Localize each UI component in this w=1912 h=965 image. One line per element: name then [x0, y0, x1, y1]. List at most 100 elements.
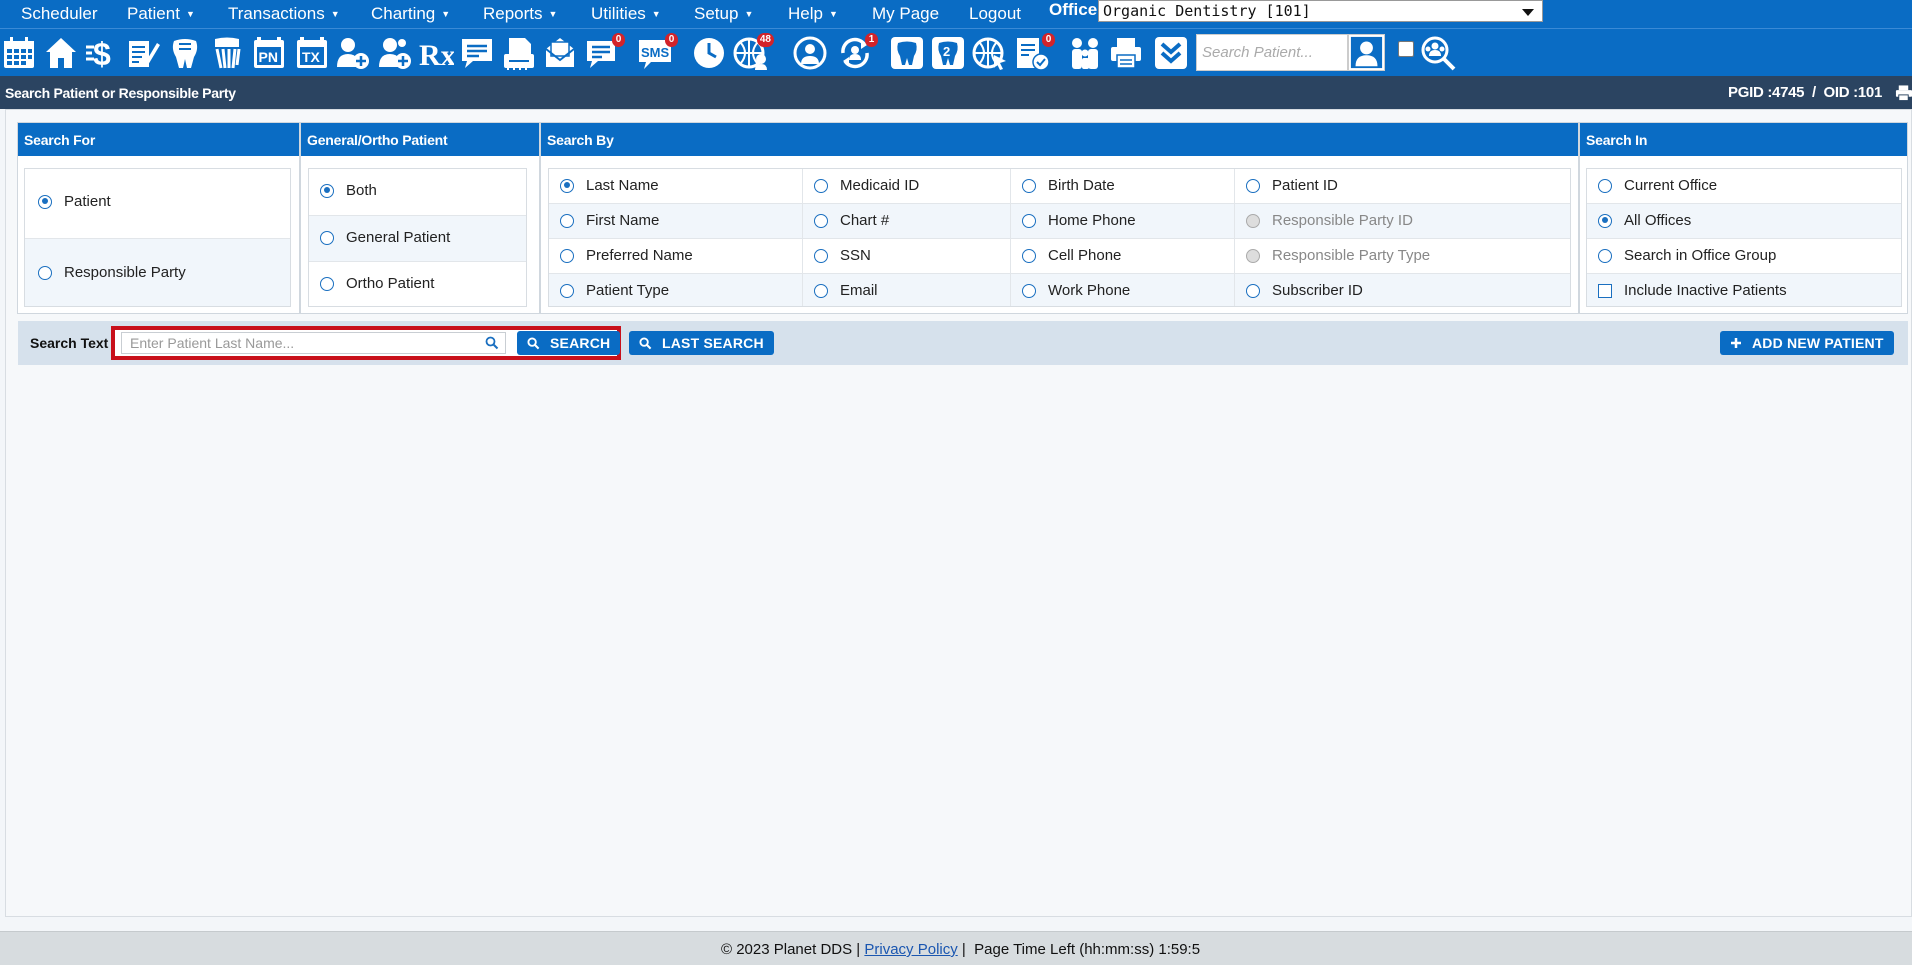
- checkbox[interactable]: [1598, 283, 1612, 298]
- add-patient-icon[interactable]: [334, 34, 372, 72]
- billing-dollar-icon[interactable]: $: [83, 34, 121, 72]
- radio-both[interactable]: Both: [320, 182, 377, 199]
- online-globe-users-icon[interactable]: 48: [732, 33, 774, 72]
- prescription-icon[interactable]: Rx: [417, 34, 455, 72]
- search-for-options: Patient Responsible Party: [24, 168, 291, 307]
- radio-subscriber-id[interactable]: Subscriber ID: [1246, 282, 1363, 299]
- menu-charting[interactable]: Charting ▼: [371, 0, 450, 28]
- radio-responsible-party[interactable]: Responsible Party: [38, 264, 186, 281]
- menu-help[interactable]: Help ▼: [788, 0, 838, 28]
- radio-button[interactable]: [1598, 213, 1612, 228]
- globe-pointer-icon[interactable]: [971, 34, 1009, 72]
- radio-birth-date[interactable]: Birth Date: [1022, 177, 1115, 194]
- radio-button[interactable]: [320, 276, 334, 291]
- radio-patient[interactable]: Patient: [38, 193, 111, 210]
- radio-button[interactable]: [560, 213, 574, 228]
- add-new-patient-button[interactable]: ADD NEW PATIENT: [1720, 331, 1894, 355]
- menu-scheduler[interactable]: Scheduler: [21, 0, 98, 28]
- radio-work-phone[interactable]: Work Phone: [1022, 282, 1130, 299]
- tooth-icon[interactable]: [888, 34, 926, 72]
- radio-button[interactable]: [320, 183, 334, 198]
- search-patient-input[interactable]: [1196, 34, 1348, 71]
- notes-edit-icon[interactable]: [124, 34, 162, 72]
- radio-cell-phone[interactable]: Cell Phone: [1022, 247, 1121, 264]
- search-icon: [639, 336, 652, 350]
- clock-icon[interactable]: [690, 34, 728, 72]
- radio-button[interactable]: [814, 178, 828, 193]
- progress-notes-icon[interactable]: PN: [250, 34, 288, 72]
- radio-medicaid-id[interactable]: Medicaid ID: [814, 177, 919, 194]
- search-patient-button[interactable]: [1348, 34, 1385, 71]
- patient-portal-icon[interactable]: [791, 34, 829, 72]
- print-page-icon[interactable]: [1895, 84, 1912, 102]
- family-icon[interactable]: [1066, 34, 1104, 72]
- radio-button[interactable]: [814, 248, 828, 263]
- rx-text: Rx: [419, 39, 454, 71]
- ortho-tooth-icon[interactable]: [208, 34, 246, 72]
- radio-button[interactable]: [1598, 248, 1612, 263]
- menu-transactions[interactable]: Transactions ▼: [228, 0, 340, 28]
- search-in-options: Current Office All Offices Search in Off…: [1586, 168, 1902, 307]
- radio-first-name[interactable]: First Name: [560, 212, 659, 229]
- tooth-question-icon[interactable]: 2: [929, 34, 967, 72]
- sync-user-icon[interactable]: 1: [836, 33, 878, 72]
- radio-button[interactable]: [814, 283, 828, 298]
- expand-more-icon[interactable]: [1152, 34, 1190, 72]
- radio-ortho-patient[interactable]: Ortho Patient: [320, 275, 434, 292]
- toolbar-checkbox[interactable]: [1398, 41, 1414, 57]
- print-icon[interactable]: [1107, 34, 1145, 72]
- document-approval-icon[interactable]: 0: [1013, 33, 1055, 72]
- radio-chart-number[interactable]: Chart #: [814, 212, 889, 229]
- radio-button[interactable]: [1022, 178, 1036, 193]
- email-icon[interactable]: [541, 34, 579, 72]
- radio-email[interactable]: Email: [814, 282, 878, 299]
- radio-general-patient[interactable]: General Patient: [320, 229, 450, 246]
- menu-logout[interactable]: Logout: [969, 0, 1021, 28]
- checkbox-include-inactive[interactable]: Include Inactive Patients: [1598, 282, 1787, 299]
- radio-current-office[interactable]: Current Office: [1598, 177, 1717, 194]
- radio-ssn[interactable]: SSN: [814, 247, 871, 264]
- calendar-icon[interactable]: [0, 34, 38, 72]
- privacy-policy-link[interactable]: Privacy Policy: [864, 941, 957, 958]
- office-select[interactable]: Organic Dentistry [101]: [1098, 0, 1543, 22]
- treatment-plan-icon[interactable]: TX: [293, 34, 331, 72]
- radio-button[interactable]: [320, 230, 334, 245]
- fax-document-icon[interactable]: [500, 34, 538, 72]
- menu-setup[interactable]: Setup ▼: [694, 0, 753, 28]
- radio-all-offices[interactable]: All Offices: [1598, 212, 1691, 229]
- radio-button[interactable]: [38, 265, 52, 280]
- menu-reports[interactable]: Reports ▼: [483, 0, 557, 28]
- menu-patient[interactable]: Patient ▼: [127, 0, 195, 28]
- search-text-input[interactable]: [121, 332, 506, 354]
- radio-button[interactable]: [560, 178, 574, 193]
- search-button[interactable]: SEARCH: [517, 331, 621, 355]
- radio-patient-type[interactable]: Patient Type: [560, 282, 669, 299]
- radio-last-name[interactable]: Last Name: [560, 177, 659, 194]
- home-icon[interactable]: [42, 34, 80, 72]
- radio-button[interactable]: [1022, 213, 1036, 228]
- radio-preferred-name[interactable]: Preferred Name: [560, 247, 693, 264]
- sms-icon[interactable]: SMS 0: [636, 33, 678, 72]
- radio-button[interactable]: [38, 194, 52, 209]
- radio-button[interactable]: [1022, 283, 1036, 298]
- radio-home-phone[interactable]: Home Phone: [1022, 212, 1136, 229]
- menu-utilities[interactable]: Utilities ▼: [591, 0, 661, 28]
- radio-search-in-office-group[interactable]: Search in Office Group: [1598, 247, 1776, 264]
- last-search-button[interactable]: LAST SEARCH: [629, 331, 774, 355]
- radio-button[interactable]: [560, 283, 574, 298]
- tooth-chart-icon[interactable]: [166, 34, 204, 72]
- radio-button[interactable]: [1246, 178, 1260, 193]
- group-search-icon[interactable]: [1419, 34, 1457, 72]
- menu-my-page[interactable]: My Page: [872, 0, 939, 28]
- radio-button[interactable]: [560, 248, 574, 263]
- radio-patient-id[interactable]: Patient ID: [1246, 177, 1338, 194]
- radio-button[interactable]: [1246, 283, 1260, 298]
- chat-messages-icon[interactable]: 0: [583, 33, 625, 72]
- option-label: Search in Office Group: [1624, 247, 1777, 264]
- add-responsible-party-icon[interactable]: [376, 34, 414, 72]
- radio-button[interactable]: [1598, 178, 1612, 193]
- message-notes-icon[interactable]: [458, 34, 496, 72]
- search-in-panel: Search In Current Office All Offices Sea…: [1579, 122, 1908, 314]
- radio-button[interactable]: [814, 213, 828, 228]
- radio-button[interactable]: [1022, 248, 1036, 263]
